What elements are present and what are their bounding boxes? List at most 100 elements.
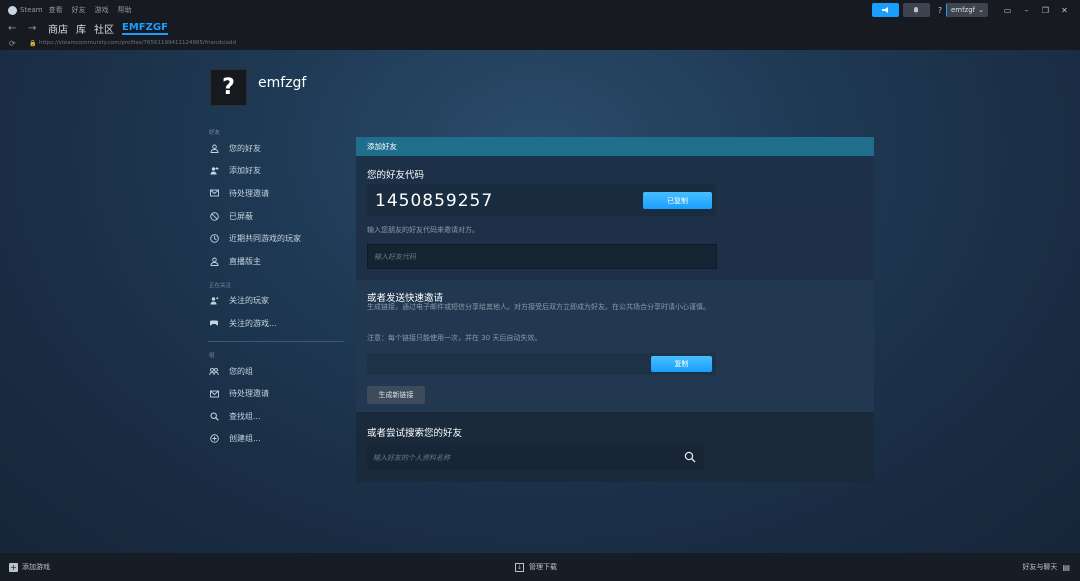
announcements-button[interactable]: [871, 3, 899, 17]
person-icon: [209, 256, 219, 266]
sidebar-item-group-invites[interactable]: 待处理邀请: [208, 382, 345, 405]
sidebar-item-label: 待处理邀请: [229, 188, 269, 198]
manage-downloads-label: 管理下载: [529, 563, 557, 571]
menu-help[interactable]: 帮助: [118, 5, 132, 15]
quick-invite-note: 注意：每个链接只能使用一次，并在 30 天后自动失效。: [367, 334, 542, 342]
steam-menu-label: Steam: [20, 6, 43, 14]
chevron-down-icon: ⌄: [978, 6, 984, 14]
sidebar-item-your-groups[interactable]: 您的组: [208, 360, 345, 383]
sidebar-item-label: 待处理邀请: [229, 389, 269, 399]
friend-code-section: 您的好友代码 1450859257 已复制 输入您朋友的好友代码来邀请对方。 输…: [356, 156, 874, 280]
sidebar-item-label: 直播版主: [229, 256, 261, 266]
envelope-icon: [209, 188, 219, 198]
generate-link-button[interactable]: 生成新链接: [367, 386, 425, 404]
lock-icon: 🔒: [29, 39, 37, 47]
sidebar-item-label: 关注的游戏...: [229, 318, 277, 328]
close-icon[interactable]: ✕: [1055, 6, 1074, 15]
tab-store[interactable]: 商店: [48, 21, 68, 36]
sidebar-heading-friends: 好友: [209, 130, 221, 136]
sidebar-heading-following: 正在关注: [209, 282, 232, 289]
envelope-icon: [209, 389, 219, 399]
steam-logo-icon: [8, 5, 17, 15]
quick-invite-section: 或者发送快速邀请 生成链接，通过电子邮件或短信分享给其他人。对方接受后双方立即成…: [356, 280, 874, 412]
clock-icon: [209, 234, 219, 244]
sidebar-item-find-groups[interactable]: 查找组...: [208, 405, 345, 428]
search-icon[interactable]: [684, 451, 696, 463]
friend-code-box: 1450859257 已复制: [367, 184, 716, 216]
followed-person-icon: [209, 296, 219, 306]
back-arrow-icon[interactable]: ←: [8, 23, 20, 34]
menu-friends[interactable]: 好友: [72, 5, 86, 15]
sidebar-item-broadcast-moderators[interactable]: 直播版主: [208, 250, 345, 273]
search-friends-title: 或者尝试搜索您的好友: [367, 428, 463, 439]
window-titlebar: Steam 查看 好友 游戏 帮助 ? emfzgf ⌄ ▭ – ❐ ✕: [0, 0, 1080, 20]
add-game-label: 添加游戏: [22, 563, 50, 571]
panel-title: 添加好友: [356, 137, 874, 156]
sidebar-item-blocked[interactable]: 已屏蔽: [208, 205, 345, 228]
copied-button[interactable]: 已复制: [643, 192, 712, 209]
steam-menu[interactable]: Steam: [8, 5, 43, 15]
search-friends-section: 或者尝试搜索您的好友 输入好友的个人资料名称: [356, 412, 874, 482]
sidebar-item-label: 已屏蔽: [229, 211, 253, 221]
forward-arrow-icon[interactable]: →: [28, 23, 40, 34]
help-icon[interactable]: ?: [934, 3, 946, 17]
sidebar-divider: [208, 340, 344, 342]
friends-chat-button[interactable]: 好友与聊天 ▤: [1022, 562, 1070, 572]
avatar[interactable]: ?: [210, 69, 247, 106]
sidebar-item-your-friends[interactable]: 您的好友: [208, 137, 345, 160]
quick-invite-description: 生成链接，通过电子邮件或短信分享给其他人。对方接受后双方立即成为好友。在公共场合…: [367, 303, 710, 311]
tab-profile[interactable]: EMFZGF: [122, 22, 168, 35]
sidebar-item-label: 您的好友: [229, 143, 261, 153]
navigation-bar: ← → 商店 库 社区 EMFZGF: [0, 20, 1080, 36]
friend-code-value[interactable]: 1450859257: [375, 191, 493, 211]
download-icon: ↓: [515, 562, 524, 572]
sidebar-item-followed-players[interactable]: 关注的玩家: [208, 290, 345, 313]
account-menu-button[interactable]: emfzgf ⌄: [945, 3, 988, 17]
manage-downloads-button[interactable]: ↓ 管理下载: [515, 562, 557, 572]
sidebar-item-label: 创建组...: [229, 434, 261, 444]
sidebar-item-label: 查找组...: [229, 411, 261, 421]
plus-icon: +: [9, 562, 18, 572]
sidebar-item-label: 添加好友: [229, 166, 261, 176]
friend-search-input[interactable]: 输入好友的个人资料名称: [367, 445, 704, 470]
tab-library[interactable]: 库: [76, 21, 86, 36]
friends-chat-label: 好友与聊天: [1022, 563, 1058, 571]
add-friend-panel: 添加好友 您的好友代码 1450859257 已复制 输入您朋友的好友代码来邀请…: [356, 137, 874, 482]
friend-search-placeholder: 输入好友的个人资料名称: [373, 453, 450, 462]
bell-icon: [914, 7, 919, 14]
friend-code-input[interactable]: 输入好友代码: [367, 244, 717, 269]
add-game-button[interactable]: + 添加游戏: [9, 562, 50, 572]
maximize-icon[interactable]: ❐: [1036, 6, 1055, 15]
page-url[interactable]: https://steamcommunity.com/profiles/7656…: [39, 40, 236, 46]
sidebar-item-followed-games[interactable]: 关注的游戏...: [208, 312, 345, 335]
group-icon: [209, 366, 219, 376]
notifications-button[interactable]: [902, 3, 930, 17]
invite-link-field[interactable]: 复制: [367, 353, 716, 375]
sidebar-item-label: 近期共同游戏的玩家: [229, 234, 301, 244]
search-icon: [209, 411, 219, 421]
tab-community[interactable]: 社区: [94, 21, 114, 36]
friend-code-hint: 输入您朋友的好友代码来邀请对方。: [367, 226, 479, 234]
minimize-icon[interactable]: –: [1017, 6, 1036, 15]
person-icon: [209, 143, 219, 153]
plus-circle-icon: [209, 434, 219, 444]
profile-name[interactable]: emfzgf: [258, 75, 306, 91]
menu-games[interactable]: 游戏: [95, 5, 109, 15]
menu-view[interactable]: 查看: [49, 5, 63, 15]
friend-code-title: 您的好友代码: [367, 170, 425, 181]
blocked-icon: [209, 211, 219, 221]
sidebar: 好友 您的好友 添加好友 待处理邀请 已屏蔽 近期共同游戏的玩家 直播版主 正在…: [208, 128, 345, 450]
sidebar-item-create-group[interactable]: 创建组...: [208, 428, 345, 451]
sidebar-item-label: 关注的玩家: [229, 296, 269, 306]
account-name: emfzgf: [950, 6, 976, 14]
reload-icon[interactable]: ⟳: [9, 39, 23, 48]
big-picture-icon[interactable]: ▭: [998, 6, 1017, 15]
sidebar-item-pending-invites[interactable]: 待处理邀请: [208, 182, 345, 205]
bottom-bar: + 添加游戏 ↓ 管理下载 好友与聊天 ▤: [0, 553, 1080, 581]
sidebar-item-recently-played[interactable]: 近期共同游戏的玩家: [208, 227, 345, 250]
sidebar-item-add-friend[interactable]: 添加好友: [208, 160, 345, 183]
sidebar-item-label: 您的组: [229, 366, 253, 376]
copy-link-button[interactable]: 复制: [651, 356, 712, 372]
chat-icon: ▤: [1062, 562, 1070, 572]
gamepad-icon: [209, 318, 219, 328]
